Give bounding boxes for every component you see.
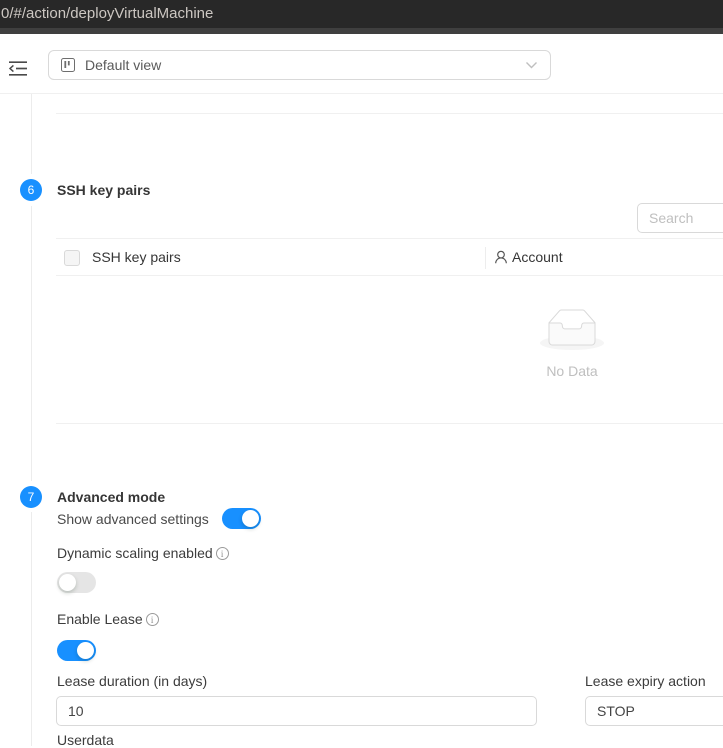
enable-lease-row: Enable Lease i	[57, 611, 159, 627]
info-circle-icon: i	[146, 613, 159, 626]
view-selector-value: Default view	[85, 57, 525, 73]
show-advanced-label: Show advanced settings	[57, 511, 209, 527]
ssh-section-title: SSH key pairs	[57, 182, 150, 198]
step-connector	[31, 206, 32, 481]
chevron-down-icon	[525, 60, 538, 70]
info-circle-icon: i	[216, 547, 229, 560]
section-divider	[56, 113, 723, 114]
toggle-knob	[77, 642, 94, 659]
ssh-table: SSH key pairs Account	[56, 238, 723, 276]
search-input[interactable]	[637, 203, 723, 233]
toggle-knob	[59, 574, 76, 591]
page-url: 0/#/action/deployVirtualMachine	[1, 5, 213, 22]
section-divider	[56, 423, 723, 424]
advanced-mode-title: Advanced mode	[57, 489, 165, 505]
empty-state: No Data	[512, 309, 632, 379]
step-connector	[31, 94, 32, 174]
view-selector[interactable]: Default view	[48, 50, 551, 80]
ssh-table-header: SSH key pairs Account	[56, 238, 723, 276]
dynamic-scaling-toggle[interactable]	[57, 572, 96, 593]
enable-lease-toggle[interactable]	[57, 640, 96, 661]
toggle-knob	[242, 510, 259, 527]
column-header-account: Account	[494, 249, 563, 265]
dynamic-scaling-row: Dynamic scaling enabled i	[57, 545, 229, 561]
show-advanced-row: Show advanced settings	[57, 508, 261, 529]
select-all-checkbox[interactable]	[64, 250, 80, 266]
titlebar: 0/#/action/deployVirtualMachine	[0, 0, 723, 28]
no-data-text: No Data	[512, 363, 632, 379]
lease-expiry-label: Lease expiry action	[585, 673, 706, 689]
column-divider	[485, 247, 486, 269]
empty-box-icon	[540, 337, 604, 353]
step-badge-6: 6	[20, 179, 42, 201]
step-badge-7: 7	[20, 486, 42, 508]
user-icon	[494, 250, 508, 264]
menu-fold-icon[interactable]	[8, 60, 28, 77]
project-icon	[61, 58, 75, 72]
enable-lease-label: Enable Lease	[57, 611, 143, 627]
account-column-label: Account	[512, 249, 563, 265]
step-connector	[31, 512, 32, 746]
column-header-ssh-key-pairs: SSH key pairs	[92, 249, 181, 265]
dynamic-scaling-label: Dynamic scaling enabled	[57, 545, 213, 561]
lease-duration-input[interactable]	[56, 696, 537, 726]
show-advanced-toggle[interactable]	[222, 508, 261, 529]
lease-duration-label: Lease duration (in days)	[57, 673, 207, 689]
lease-expiry-input[interactable]	[585, 696, 723, 726]
